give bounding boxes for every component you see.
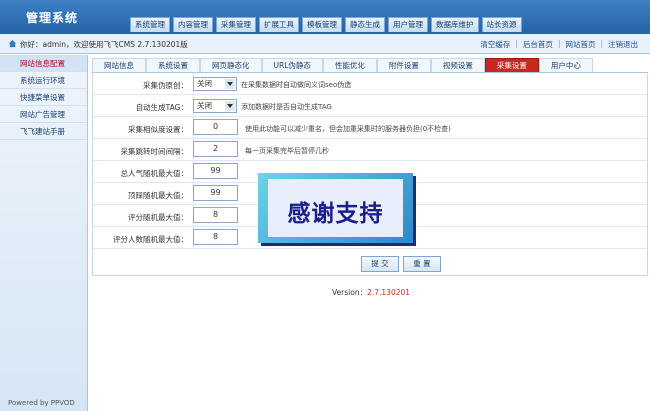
top-nav-tab-collect[interactable]: 采集管理 (216, 17, 256, 32)
tab-collect-settings[interactable]: 采集设置 (484, 58, 539, 72)
divider: | (600, 39, 603, 48)
sidebar-item-environment[interactable]: 系统运行环境 (0, 72, 87, 89)
home-icon (8, 39, 17, 48)
top-nav-tab-users[interactable]: 用户管理 (388, 17, 428, 32)
divider: | (557, 39, 561, 48)
tab-system[interactable]: 系统设置 (146, 58, 200, 72)
top-nav-tab-system[interactable]: 系统管理 (130, 17, 170, 32)
tab-site-info[interactable]: 网站信息 (92, 58, 146, 72)
reset-button[interactable]: 重 置 (403, 256, 441, 272)
sidebar: 网站信息配置 系统运行环境 快捷菜单设置 网站广告管理 飞飞建站手册 Power… (0, 55, 88, 411)
version-number: 2.7.130201 (367, 288, 411, 297)
top-nav-tab-template[interactable]: 模板管理 (302, 17, 342, 32)
tab-user-center[interactable]: 用户中心 (538, 58, 593, 72)
similarity-label: 采集相似度设置： (128, 125, 188, 134)
chevron-down-icon (225, 101, 235, 111)
tab-performance[interactable]: 性能优化 (322, 58, 377, 72)
interval-label: 采集跳转时间间隔： (120, 147, 189, 156)
sidebar-item-manual[interactable]: 飞飞建站手册 (0, 123, 87, 140)
score-count-max-input[interactable]: 8 (193, 229, 238, 245)
admin-home-link[interactable]: 后台首页 (523, 39, 553, 50)
quick-links: 清空缓存 | 后台首页 | 网站首页 | 注销退出 (480, 39, 638, 50)
similarity-input[interactable]: 0 (193, 119, 238, 135)
submit-button[interactable]: 提 交 (361, 256, 399, 272)
clear-cache-link[interactable]: 清空缓存 (480, 39, 510, 50)
sidebar-item-ads[interactable]: 网站广告管理 (0, 106, 87, 123)
score-count-max-label: 评分人数随机最大值： (113, 235, 188, 244)
status-bar: 你好：admin，欢迎使用飞飞CMS 2.7.130201版 清空缓存 | 后台… (0, 34, 650, 54)
tab-attachments[interactable]: 附件设置 (376, 58, 431, 72)
thanks-overlay: 感谢支持 (258, 173, 413, 243)
top-nav-tab-static[interactable]: 静态生成 (345, 17, 385, 32)
popularity-max-input[interactable]: 99 (193, 163, 238, 179)
content-tabs: 网站信息 系统设置 网页静态化 URL伪静态 性能优化 附件设置 视频设置 采集… (92, 58, 648, 73)
interval-note: 每一页采集完毕后暂停几秒 (245, 147, 329, 155)
logout-link[interactable]: 注销退出 (608, 39, 638, 50)
overlay-panel: 感谢支持 (268, 179, 403, 237)
top-nav-tab-content[interactable]: 内容管理 (173, 17, 213, 32)
form-row: 采集伪原创： 关闭 在采集数据时自动做同义词seo伪造 (93, 73, 647, 95)
pseudo-original-label: 采集伪原创： (143, 81, 188, 90)
score-max-input[interactable]: 8 (193, 207, 238, 223)
tab-static[interactable]: 网页静态化 (200, 58, 262, 72)
select-value: 关闭 (197, 79, 212, 88)
sidebar-item-site-info[interactable]: 网站信息配置 (0, 55, 87, 72)
similarity-note: 使用此功能可以减少重名，但会加重采集时的服务器负担(0不检查) (245, 125, 451, 133)
top-nav-tab-resources[interactable]: 站长资源 (481, 17, 522, 32)
auto-tag-label: 自动生成TAG： (135, 103, 188, 112)
welcome-text: 你好：admin，欢迎使用飞飞CMS 2.7.130201版 (20, 40, 188, 49)
form-row: 采集跳转时间间隔： 2 每一页采集完毕后暂停几秒 (93, 139, 647, 161)
updown-max-label: 顶踩随机最大值： (128, 191, 188, 200)
pseudo-original-note: 在采集数据时自动做同义词seo伪造 (241, 81, 352, 89)
auto-tag-select[interactable]: 关闭 (193, 99, 237, 113)
tab-video[interactable]: 视频设置 (430, 58, 485, 72)
app-title: 管理系统 (26, 11, 79, 25)
tab-url-rewrite[interactable]: URL伪静态 (261, 58, 323, 72)
header: 管理系统 系统管理 内容管理 采集管理 扩展工具 模板管理 静态生成 用户管理 … (0, 0, 650, 34)
powered-by: Powered by PPVOD (8, 399, 75, 407)
auto-tag-note: 添加数据时是否自动生成TAG (241, 103, 332, 111)
updown-max-input[interactable]: 99 (193, 185, 238, 201)
form-row: 自动生成TAG： 关闭 添加数据时是否自动生成TAG (93, 95, 647, 117)
version-info: Version：2.7.130201 (332, 287, 410, 298)
top-nav-tab-extend[interactable]: 扩展工具 (259, 17, 299, 32)
chevron-down-icon (225, 79, 235, 89)
form-row: 采集相似度设置： 0 使用此功能可以减少重名，但会加重采集时的服务器负担(0不检… (93, 117, 647, 139)
pseudo-original-select[interactable]: 关闭 (193, 77, 237, 91)
top-nav-tab-database[interactable]: 数据库维护 (431, 17, 479, 32)
divider: | (515, 39, 518, 48)
interval-input[interactable]: 2 (193, 141, 238, 157)
version-label: Version： (332, 288, 368, 297)
popularity-max-label: 总人气随机最大值： (120, 169, 189, 178)
overlay-text: 感谢支持 (287, 201, 384, 227)
site-home-link[interactable]: 网站首页 (565, 39, 595, 50)
top-nav: 系统管理 内容管理 采集管理 扩展工具 模板管理 静态生成 用户管理 数据库维护… (130, 17, 525, 32)
select-value: 关闭 (197, 101, 212, 110)
score-max-label: 评分随机最大值： (128, 213, 188, 222)
sidebar-item-shortcuts[interactable]: 快捷菜单设置 (0, 89, 87, 106)
